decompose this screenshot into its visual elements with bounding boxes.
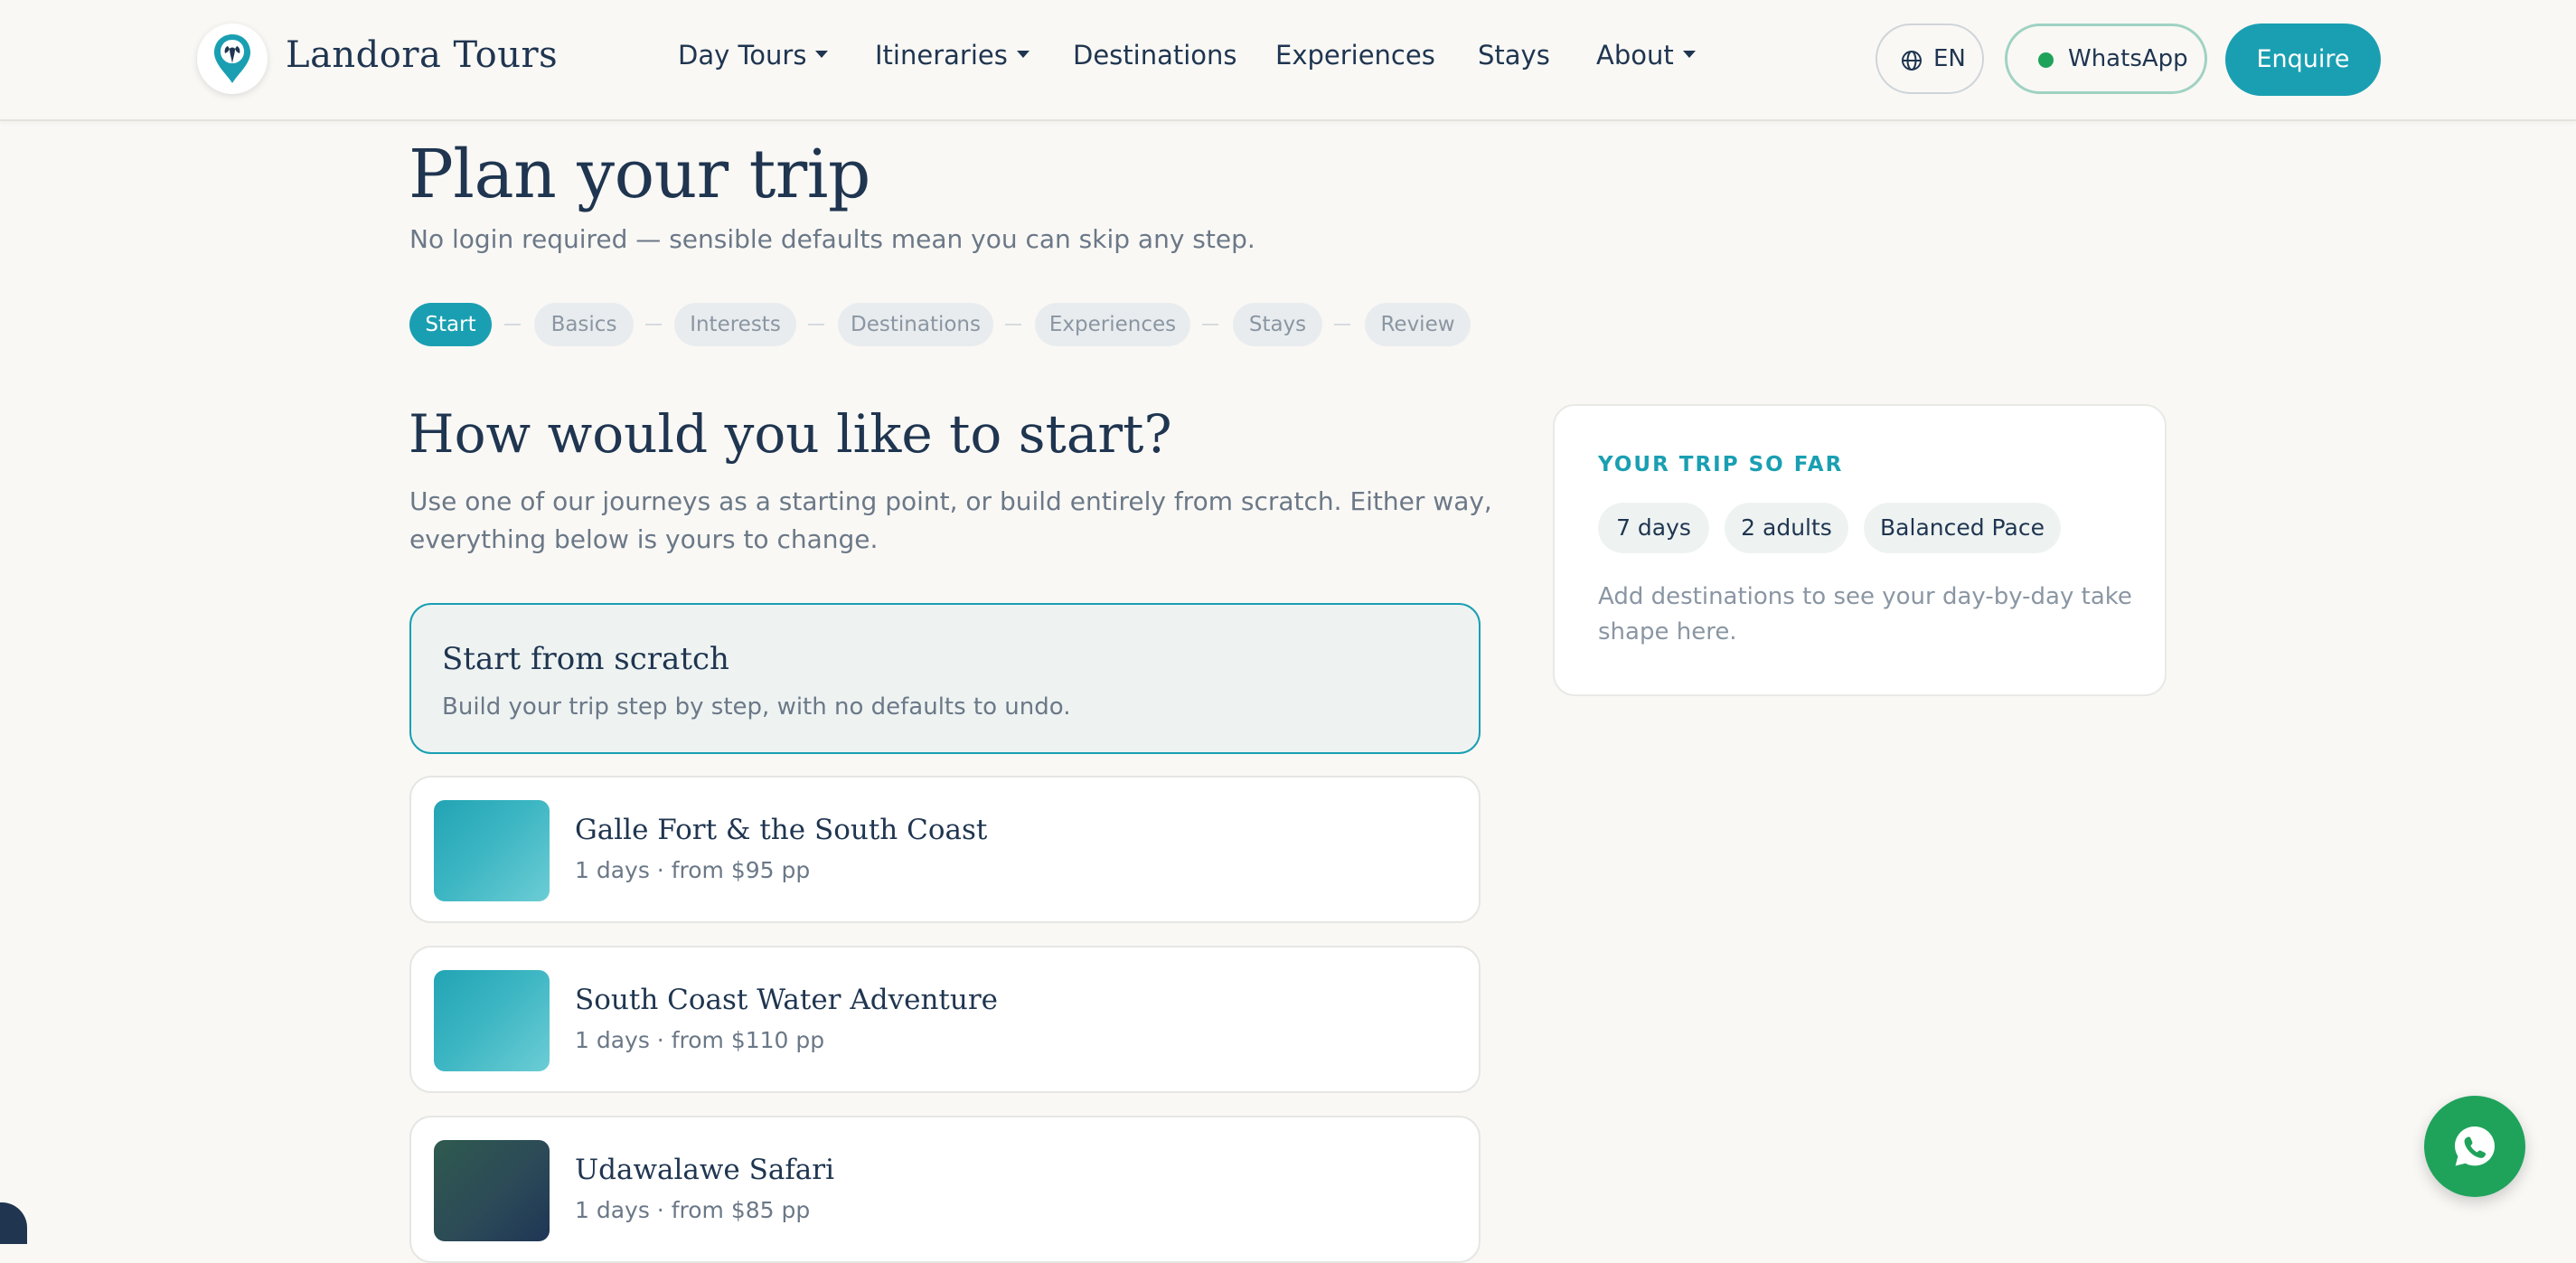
nav-label: Experiences xyxy=(1275,40,1435,71)
whatsapp-floating-button[interactable] xyxy=(2424,1096,2525,1197)
enquire-button[interactable]: Enquire xyxy=(2225,24,2381,96)
step-interests[interactable]: Interests xyxy=(674,303,796,346)
summary-heading: YOUR TRIP SO FAR xyxy=(1598,453,1844,476)
tour-meta: 1 days · from $95 pp xyxy=(575,857,811,883)
nav-item-stays[interactable]: Stays xyxy=(1478,40,1550,71)
globe-icon xyxy=(1902,51,1922,71)
tour-title: South Coast Water Adventure xyxy=(575,984,998,1016)
elephant-pin-icon xyxy=(214,34,250,83)
summary-note: Add destinations to see your day-by-day … xyxy=(1598,583,2132,646)
start-from-scratch-option[interactable]: Start from scratch Build your trip step … xyxy=(409,603,1481,754)
whatsapp-label: WhatsApp xyxy=(2068,45,2188,72)
corner-decoration xyxy=(0,1202,27,1244)
nav-label: Day Tours xyxy=(678,40,807,71)
tour-meta: 1 days · from $110 pp xyxy=(575,1027,825,1053)
option-title: Start from scratch xyxy=(442,641,729,677)
summary-chip-duration: 7 days xyxy=(1598,503,1709,553)
tour-option-galle-fort[interactable]: Galle Fort & the South Coast 1 days · fr… xyxy=(409,776,1481,923)
chevron-down-icon xyxy=(815,51,829,58)
step-separator xyxy=(808,324,824,325)
section-subtitle: Use one of our journeys as a starting po… xyxy=(409,486,1492,554)
whatsapp-icon xyxy=(2455,1126,2495,1166)
language-button[interactable]: EN xyxy=(1876,24,1984,94)
tour-thumbnail xyxy=(434,1140,550,1241)
step-separator xyxy=(1202,324,1218,325)
step-separator xyxy=(1005,324,1021,325)
chevron-down-icon xyxy=(1682,51,1696,58)
tour-thumbnail xyxy=(434,970,550,1071)
status-dot-icon xyxy=(2038,52,2054,68)
tour-option-udawalawe-safari[interactable]: Udawalawe Safari 1 days · from $85 pp xyxy=(409,1116,1481,1263)
tour-option-water-adventure[interactable]: South Coast Water Adventure 1 days · fro… xyxy=(409,946,1481,1093)
step-basics[interactable]: Basics xyxy=(534,303,634,346)
nav-label: Itineraries xyxy=(875,40,1008,71)
language-label: EN xyxy=(1933,45,1966,72)
nav-item-itineraries[interactable]: Itineraries xyxy=(875,40,1029,71)
summary-chip-pace: Balanced Pace xyxy=(1864,503,2061,553)
option-description: Build your trip step by step, with no de… xyxy=(442,693,1071,721)
tour-title: Udawalawe Safari xyxy=(575,1154,835,1186)
step-stays[interactable]: Stays xyxy=(1233,303,1322,346)
nav-item-destinations[interactable]: Destinations xyxy=(1073,40,1237,71)
page-subtitle: No login required — sensible defaults me… xyxy=(409,224,1255,254)
step-experiences[interactable]: Experiences xyxy=(1035,303,1190,346)
step-separator xyxy=(645,324,662,325)
logo-badge[interactable] xyxy=(197,24,268,94)
step-destinations[interactable]: Destinations xyxy=(838,303,993,346)
tour-title: Galle Fort & the South Coast xyxy=(575,814,988,846)
step-start[interactable]: Start xyxy=(409,303,492,346)
nav-item-experiences[interactable]: Experiences xyxy=(1275,40,1435,71)
nav-label: About xyxy=(1596,40,1674,71)
nav-label: Stays xyxy=(1478,40,1550,71)
step-separator xyxy=(504,324,521,325)
brand-name[interactable]: Landora Tours xyxy=(286,34,558,76)
tour-thumbnail xyxy=(434,800,550,901)
section-title: How would you like to start? xyxy=(409,403,1172,465)
trip-summary-panel: YOUR TRIP SO FAR 7 days 2 adults Balance… xyxy=(1553,404,2167,696)
step-separator xyxy=(1334,324,1350,325)
whatsapp-button[interactable]: WhatsApp xyxy=(2005,24,2207,94)
nav-item-about[interactable]: About xyxy=(1596,40,1696,71)
tour-meta: 1 days · from $85 pp xyxy=(575,1197,811,1223)
nav-item-day-tours[interactable]: Day Tours xyxy=(678,40,829,71)
chevron-down-icon xyxy=(1016,51,1029,58)
summary-chip-travellers: 2 adults xyxy=(1725,503,1848,553)
site-header: Landora Tours Day Tours Itineraries Dest… xyxy=(0,0,2576,121)
page-title: Plan your trip xyxy=(409,136,870,213)
nav-label: Destinations xyxy=(1073,40,1237,71)
step-review[interactable]: Review xyxy=(1365,303,1471,346)
